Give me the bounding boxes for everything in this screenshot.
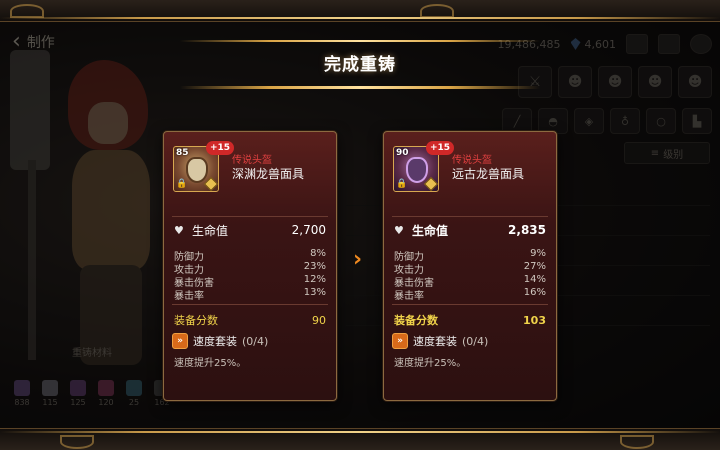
new-item-main-stat: ♥ 生命值 2,835 [394, 221, 546, 239]
divider [172, 304, 328, 305]
main-stat-label: 生命值 [192, 223, 229, 238]
substat-row: 暴击率 13% [174, 287, 326, 302]
divider [392, 216, 548, 217]
rarity-diamond-icon [423, 176, 439, 192]
dragon-mask-icon [186, 157, 208, 183]
divider [392, 304, 548, 305]
substat-row: 攻击力 27% [394, 261, 546, 276]
set-count: (0/4) [462, 334, 489, 348]
old-item-enhance-badge: +15 [206, 141, 235, 155]
gear-score-label: 装备分数 [174, 314, 218, 327]
new-item-level: 90 [396, 148, 409, 158]
substat-row: 暴击伤害 14% [394, 274, 546, 289]
speed-set-icon: » [172, 333, 188, 349]
set-description: 速度提升25%。 [394, 358, 467, 369]
frame-top-ornament [0, 0, 720, 22]
frame-bottom-ornament [0, 428, 720, 450]
heart-icon: ♥ [394, 223, 404, 237]
substat-row: 防御力 8% [174, 248, 326, 263]
rarity-diamond-icon [203, 176, 219, 192]
title-bottom-trim [180, 86, 540, 89]
new-item-set: » 速度套装 (0/4) [392, 332, 488, 350]
set-count: (0/4) [242, 334, 269, 348]
lock-icon: 🔒 [176, 179, 188, 189]
set-name: 速度套装 [413, 335, 457, 348]
main-stat-value: 2,700 [291, 223, 326, 237]
old-item-card: 85 +15 🔒 传说头盔 深渊龙兽面具 ♥ 生命值 2,700 防御力 8% 攻… [163, 131, 337, 401]
new-item-rarity: 传说头盔 [452, 155, 492, 166]
substat-value: 9% [530, 248, 546, 259]
new-item-enhance-badge: +15 [426, 141, 455, 155]
set-name: 速度套装 [193, 335, 237, 348]
substat-label: 暴击伤害 [174, 278, 214, 289]
speed-set-icon: » [392, 333, 408, 349]
substat-row: 暴击伤害 12% [174, 274, 326, 289]
substat-label: 暴击伤害 [394, 278, 434, 289]
old-item-level: 85 [176, 148, 189, 158]
new-item-gear-score: 装备分数 103 [394, 312, 546, 328]
substat-label: 暴击率 [394, 291, 424, 302]
old-item-icon: 85 +15 🔒 [173, 141, 235, 192]
substat-value: 12% [303, 274, 326, 285]
substat-value: 16% [523, 287, 546, 298]
new-item-icon: 90 +15 🔒 [393, 141, 455, 192]
dragon-mask-icon [406, 157, 428, 183]
lock-icon: 🔒 [396, 179, 408, 189]
main-stat-label: 生命值 [412, 223, 449, 238]
substat-value: 23% [303, 261, 326, 272]
substat-value: 27% [523, 261, 546, 272]
new-item-name: 远古龙兽面具 [452, 167, 525, 181]
main-stat-value: 2,835 [508, 223, 546, 237]
old-item-set: » 速度套装 (0/4) [172, 332, 268, 350]
set-description: 速度提升25%。 [174, 358, 247, 369]
substat-row: 防御力 9% [394, 248, 546, 263]
substat-row: 暴击率 16% [394, 287, 546, 302]
substat-value: 14% [523, 274, 546, 285]
old-item-main-stat: ♥ 生命值 2,700 [174, 221, 326, 239]
new-item-card: 90 +15 🔒 传说头盔 远古龙兽面具 ♥ 生命值 2,835 防御力 9% 攻… [383, 131, 557, 401]
chevron-right-icon: › [353, 247, 363, 272]
old-item-substats: 防御力 8% 攻击力 23% 暴击伤害 12% 暴击率 13% [174, 248, 326, 302]
substat-row: 攻击力 23% [174, 261, 326, 276]
substat-label: 攻击力 [174, 265, 204, 276]
substat-label: 暴击率 [174, 291, 204, 302]
gear-score-label: 装备分数 [394, 314, 438, 327]
gear-score-value: 103 [523, 313, 546, 327]
substat-value: 13% [303, 287, 326, 298]
modal-title: 完成重铸 [324, 55, 396, 75]
substat-label: 防御力 [174, 252, 204, 263]
old-item-name: 深渊龙兽面具 [232, 167, 305, 181]
substat-value: 8% [310, 248, 326, 259]
heart-icon: ♥ [174, 223, 184, 237]
title-top-trim [180, 40, 540, 42]
new-item-substats: 防御力 9% 攻击力 27% 暴击伤害 14% 暴击率 16% [394, 248, 546, 302]
substat-label: 防御力 [394, 252, 424, 263]
gear-score-value: 90 [312, 313, 326, 327]
old-item-rarity: 传说头盔 [232, 155, 272, 166]
old-item-gear-score: 装备分数 90 [174, 312, 326, 328]
substat-label: 攻击力 [394, 265, 424, 276]
divider [172, 216, 328, 217]
